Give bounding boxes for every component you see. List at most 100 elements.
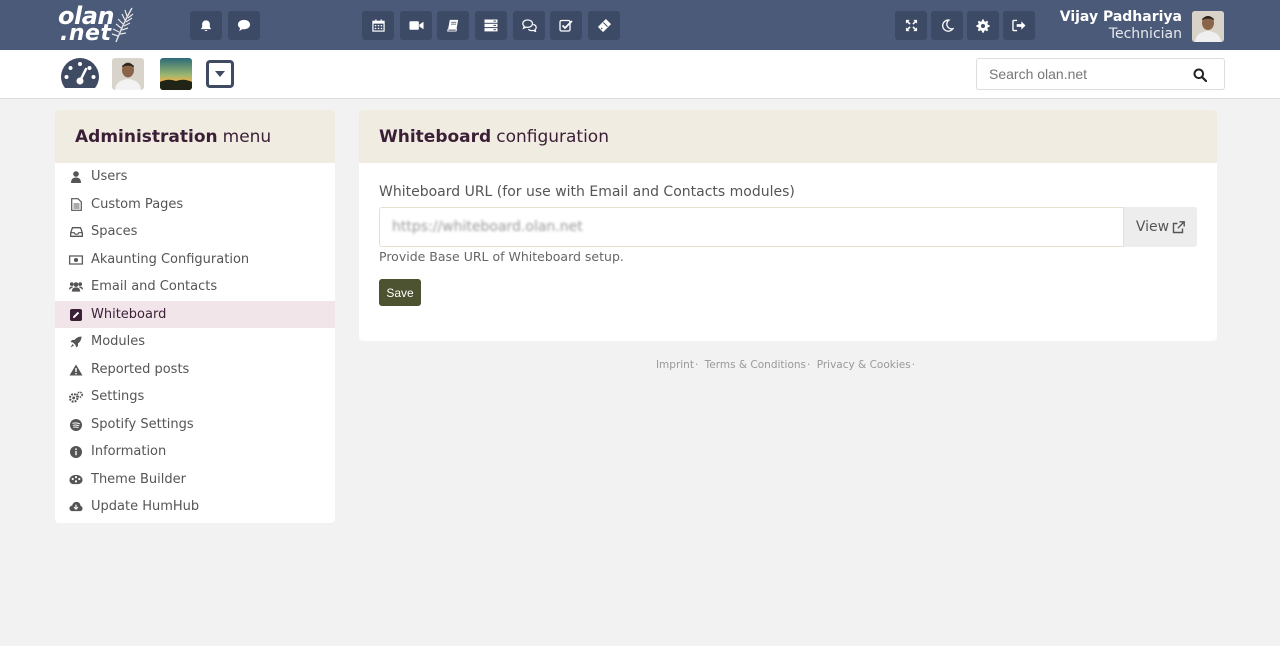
- messages-button[interactable]: [228, 11, 260, 40]
- menu-item-settings[interactable]: Settings: [55, 383, 335, 410]
- top-navbar: olan .net Vijay Padhariya Technician: [0, 0, 1280, 50]
- user-info[interactable]: Vijay Padhariya Technician: [1060, 9, 1182, 43]
- administration-menu-heading: Administration menu: [55, 110, 335, 163]
- video-button[interactable]: [400, 11, 432, 40]
- footer-links: Imprint· Terms & Conditions· Privacy & C…: [655, 359, 916, 371]
- calendar-button[interactable]: [362, 11, 394, 40]
- ticket-icon: [597, 18, 611, 33]
- search-icon[interactable]: [1193, 68, 1207, 82]
- user-role: Technician: [1108, 26, 1182, 42]
- footer-link-privacy[interactable]: Privacy & Cookies: [817, 359, 911, 371]
- menu-item-label: Akaunting Configuration: [91, 252, 250, 267]
- menu-item-label: Users: [91, 169, 128, 184]
- whiteboard-url-value: https://whiteboard.olan.net: [392, 219, 583, 235]
- heading-bold: Whiteboard: [379, 126, 492, 147]
- fullscreen-button[interactable]: [895, 11, 927, 40]
- whiteboard-url-input[interactable]: https://whiteboard.olan.net: [379, 207, 1124, 247]
- money-icon: [69, 253, 83, 267]
- view-url-button[interactable]: View: [1124, 207, 1197, 247]
- rocket-icon: [69, 335, 83, 349]
- user-icon: [69, 170, 83, 184]
- users-icon: [69, 280, 83, 294]
- video-icon: [408, 21, 424, 30]
- footer-link-imprint[interactable]: Imprint: [656, 359, 694, 371]
- user-avatar[interactable]: [1192, 11, 1224, 42]
- dashboard-gauge-icon: [61, 58, 99, 88]
- menu-item-label: Theme Builder: [91, 472, 186, 487]
- caret-down-icon: [215, 71, 225, 77]
- whiteboard-url-label: Whiteboard URL (for use with Email and C…: [379, 184, 795, 200]
- menu-item-label: Whiteboard: [91, 307, 167, 322]
- search-box: [976, 58, 1225, 90]
- logout-icon: [1012, 19, 1026, 32]
- heading-rest: menu: [222, 126, 272, 147]
- whiteboard-url-help-text: Provide Base URL of Whiteboard setup.: [379, 249, 624, 264]
- menu-item-label: Custom Pages: [91, 197, 184, 212]
- view-button-label: View: [1135, 219, 1170, 235]
- administration-menu-panel: Administration menu Users Custom Pages S…: [55, 110, 335, 523]
- server-icon: [484, 19, 498, 32]
- conversations-button[interactable]: [513, 11, 545, 40]
- menu-item-label: Email and Contacts: [91, 279, 218, 294]
- menu-item-update-humhub[interactable]: Update HumHub: [55, 493, 335, 520]
- save-button[interactable]: Save: [379, 279, 421, 306]
- comments-icon: [521, 19, 537, 32]
- logo-text-line2: .net: [60, 21, 112, 46]
- search-input[interactable]: [977, 59, 1187, 89]
- site-logo[interactable]: olan .net: [56, 2, 140, 46]
- dark-mode-button[interactable]: [931, 11, 963, 40]
- expand-icon: [905, 19, 917, 32]
- whiteboard-configuration-heading: Whiteboard configuration: [359, 110, 1217, 163]
- heading-rest: configuration: [496, 126, 609, 147]
- menu-item-modules[interactable]: Modules: [55, 328, 335, 355]
- moon-icon: [941, 19, 954, 32]
- menu-item-spotify-settings[interactable]: Spotify Settings: [55, 411, 335, 438]
- menu-item-custom-pages[interactable]: Custom Pages: [55, 191, 335, 218]
- user-name: Vijay Padhariya: [1059, 9, 1182, 25]
- comment-icon: [237, 19, 251, 32]
- cloud-download-icon: [69, 500, 83, 514]
- bell-icon: [200, 19, 212, 31]
- external-link-icon: [1172, 220, 1186, 233]
- file-icon: [69, 198, 83, 212]
- menu-item-theme-builder[interactable]: Theme Builder: [55, 466, 335, 493]
- tickets-button[interactable]: [588, 11, 620, 40]
- space-shortcut-image[interactable]: [160, 58, 192, 90]
- whiteboard-configuration-panel: Whiteboard configuration Whiteboard URL …: [359, 110, 1217, 341]
- inbox-icon: [69, 225, 83, 239]
- notifications-button[interactable]: [190, 11, 222, 40]
- menu-item-users[interactable]: Users: [55, 163, 335, 190]
- heading-bold: Administration: [75, 126, 218, 147]
- cogs-icon: [69, 390, 83, 404]
- tasks-button[interactable]: [550, 11, 582, 40]
- settings-button[interactable]: [967, 11, 999, 40]
- gear-icon: [976, 18, 990, 33]
- menu-item-label: Modules: [91, 334, 146, 349]
- more-menu-button[interactable]: [206, 60, 234, 88]
- footer-link-terms[interactable]: Terms & Conditions: [705, 359, 806, 371]
- menu-item-label: Information: [91, 444, 167, 459]
- logout-button[interactable]: [1003, 11, 1035, 40]
- menu-item-label: Spaces: [91, 224, 138, 239]
- menu-item-label: Spotify Settings: [91, 417, 194, 432]
- menu-item-spaces[interactable]: Spaces: [55, 218, 335, 245]
- menu-item-akaunting-configuration[interactable]: Akaunting Configuration: [55, 246, 335, 273]
- menu-item-whiteboard[interactable]: Whiteboard: [55, 301, 335, 328]
- info-icon: [69, 445, 83, 459]
- server-button[interactable]: [475, 11, 507, 40]
- menu-item-information[interactable]: Information: [55, 438, 335, 465]
- calendar-icon: [371, 19, 385, 32]
- menu-item-label: Settings: [91, 389, 145, 404]
- menu-item-label: Update HumHub: [91, 499, 200, 514]
- fern-icon: [111, 7, 134, 43]
- profile-shortcut-avatar[interactable]: [112, 58, 144, 90]
- wiki-button[interactable]: [437, 11, 469, 40]
- task-check-icon: [559, 19, 573, 32]
- spotify-icon: [69, 418, 83, 432]
- palette-icon: [69, 473, 83, 487]
- whiteboard-url-group: https://whiteboard.olan.net View: [379, 207, 1197, 247]
- menu-item-email-and-contacts[interactable]: Email and Contacts: [55, 273, 335, 300]
- dashboard-button[interactable]: [60, 57, 100, 95]
- secondary-navbar: [0, 50, 1280, 99]
- book-icon: [446, 19, 458, 32]
